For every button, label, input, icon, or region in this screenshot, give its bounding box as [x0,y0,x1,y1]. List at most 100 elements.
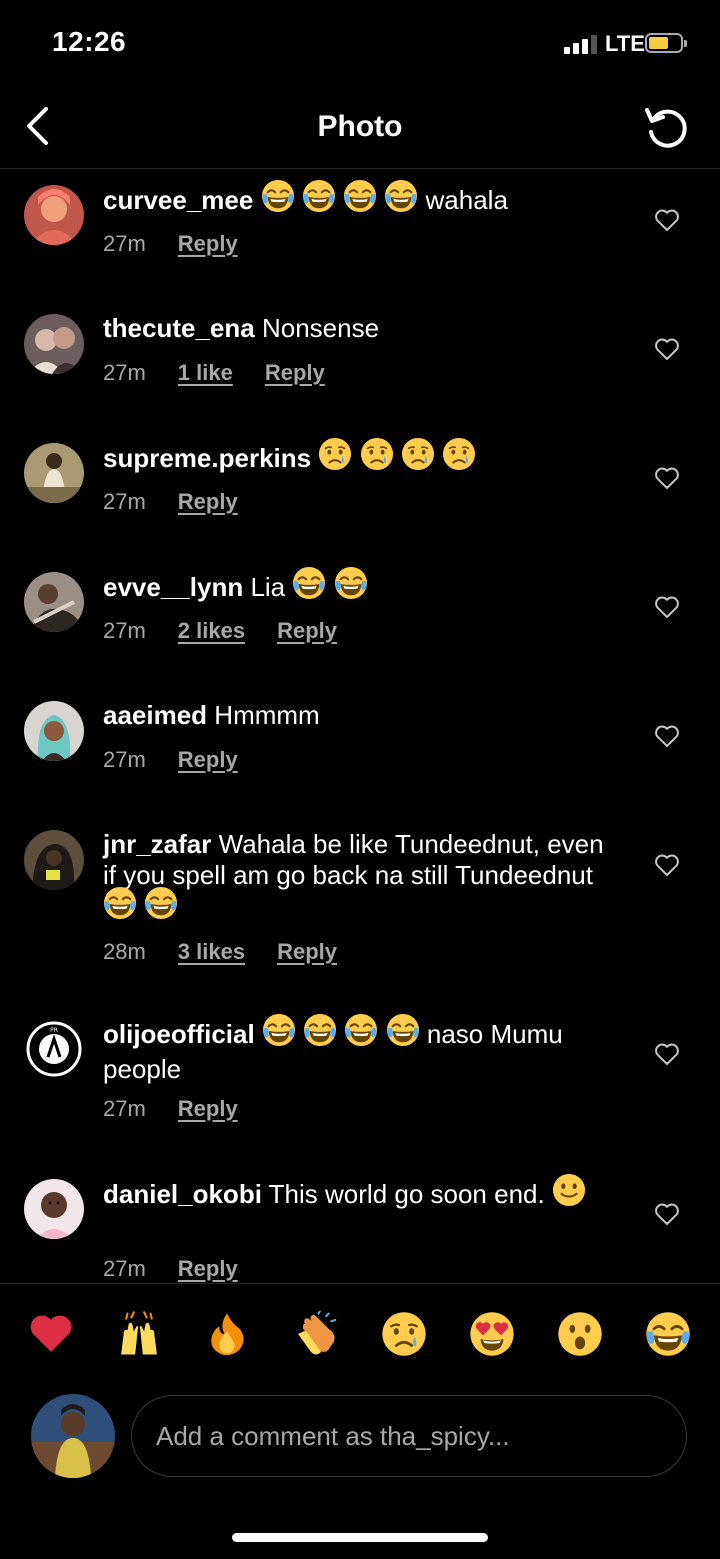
comment-meta: 27m Reply [103,489,238,515]
clap-icon [298,1311,337,1355]
cry-emoji [442,437,476,478]
divider [0,1283,720,1284]
reply-link[interactable]: Reply [277,939,337,965]
comment-time: 28m [103,939,146,964]
likes-link[interactable]: 1 like [178,360,233,386]
comment-meta: 27m 2 likes Reply [103,618,337,644]
comment-username[interactable]: olijoeofficial [103,1019,255,1049]
svg-text:PR: PR [50,1027,58,1034]
network-label: LTE [605,31,645,56]
comment-text: evve__lynn Lia [103,566,623,607]
reaction-raised-hands-button[interactable] [111,1306,167,1362]
comment-body: This world go soon end. [261,1178,545,1209]
avatar[interactable] [24,443,84,503]
quick-reactions [0,1306,720,1366]
joy-emoji [144,886,178,927]
joy-emoji [103,886,137,927]
comment-body: Lia [243,571,286,602]
comment-text: aaeimed Hmmmm [103,700,623,731]
avatar[interactable] [24,572,84,632]
comment-time: 27m [103,489,146,514]
reaction-cry-button[interactable] [376,1306,432,1362]
joy-emoji [302,179,336,220]
joy-emoji [334,566,368,607]
reply-link[interactable]: Reply [265,360,325,386]
comment-username[interactable]: supreme.perkins [103,443,311,473]
likes-link[interactable]: 2 likes [178,618,245,644]
joy-emoji [384,179,418,220]
joy-emoji [343,179,377,220]
comment-text: thecute_ena Nonsense [103,313,623,344]
heart-icon[interactable] [654,466,680,490]
reply-link[interactable]: Reply [178,1256,238,1282]
reply-link[interactable]: Reply [277,618,337,644]
joy-emoji [386,1013,420,1054]
wow-icon [558,1312,602,1356]
comment-meta: 27m Reply [103,747,238,773]
joy-emoji [292,566,326,607]
comment-meta: 27m Reply [103,231,238,257]
avatar[interactable]: PR [24,1019,84,1079]
reaction-heart-button[interactable] [23,1306,79,1362]
comment-time: 27m [103,618,146,643]
refresh-icon [645,108,687,148]
heart-icon[interactable] [654,1202,680,1226]
cry-emoji [360,437,394,478]
comment-time: 27m [103,360,146,385]
comment-time: 27m [103,1256,146,1281]
heart-eyes-icon [470,1312,514,1356]
joy-emoji [303,1013,337,1054]
comment-username[interactable]: daniel_okobi [103,1179,262,1209]
reaction-clap-button[interactable] [288,1306,344,1362]
comment-username[interactable]: thecute_ena [103,313,255,343]
comment-meta: 27m 1 like Reply [103,360,325,386]
comment-text: curvee_mee wahala [103,179,623,220]
refresh-button[interactable] [640,102,692,154]
reply-link[interactable]: Reply [178,747,238,773]
reaction-heart-eyes-button[interactable] [464,1306,520,1362]
avatar[interactable] [24,185,84,245]
my-avatar[interactable] [31,1394,115,1478]
avatar[interactable] [24,314,84,374]
joy-icon [646,1312,690,1356]
reaction-fire-button[interactable] [199,1306,255,1362]
comment-text: olijoeofficial naso Mumu people [103,1013,623,1085]
likes-link[interactable]: 3 likes [178,939,245,965]
comment-username[interactable]: jnr_zafar [103,829,211,859]
comment-meta: 28m 3 likes Reply [103,939,337,965]
heart-icon [30,1315,72,1352]
avatar[interactable] [24,701,84,761]
reply-link[interactable]: Reply [178,1096,238,1122]
heart-icon[interactable] [654,853,680,877]
battery-icon [645,33,687,53]
home-indicator[interactable] [232,1533,488,1542]
heart-icon[interactable] [654,724,680,748]
comment-input[interactable] [131,1395,687,1477]
fire-icon [211,1313,244,1356]
heart-icon[interactable] [654,1042,680,1066]
reaction-joy-button[interactable] [640,1306,696,1362]
signal-icon [564,34,597,54]
nav-bar: Photo [0,90,720,169]
avatar[interactable] [24,830,84,890]
heart-icon[interactable] [654,208,680,232]
status-bar: 12:26 LTE [0,0,720,90]
comment-time: 27m [103,747,146,772]
heart-icon[interactable] [654,595,680,619]
heart-icon[interactable] [654,337,680,361]
comment-meta: 27m Reply [103,1256,238,1282]
reaction-wow-button[interactable] [552,1306,608,1362]
cry-emoji [318,437,352,478]
comment-username[interactable]: curvee_mee [103,185,253,215]
joy-emoji [262,1013,296,1054]
reply-link[interactable]: Reply [178,489,238,515]
comment-username[interactable]: aaeimed [103,700,207,730]
avatar[interactable] [24,1179,84,1239]
comment-list[interactable]: curvee_mee wahala 27m Reply thecute_ena … [0,170,720,1282]
joy-emoji [344,1013,378,1054]
comment-username[interactable]: evve__lynn [103,572,243,602]
status-time: 12:26 [52,26,127,57]
raised-hands-icon [121,1311,157,1355]
comment-time: 27m [103,231,146,256]
reply-link[interactable]: Reply [178,231,238,257]
